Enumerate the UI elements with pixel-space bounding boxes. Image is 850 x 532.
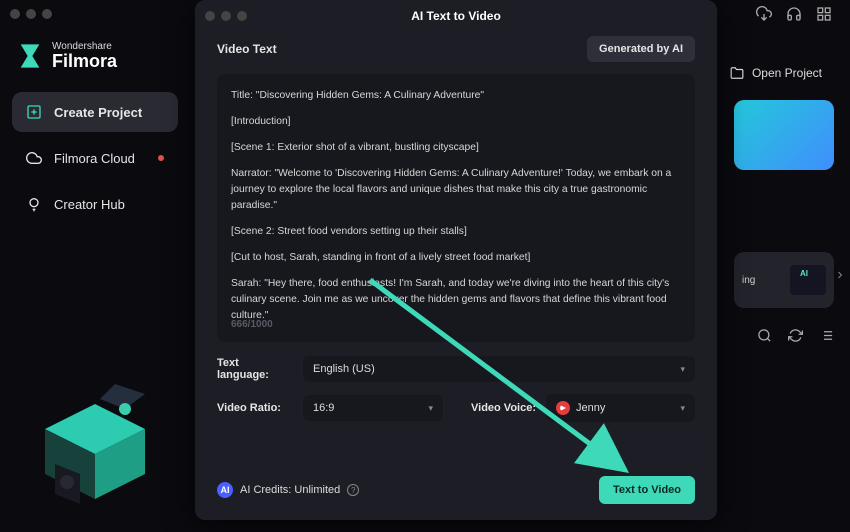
plus-square-icon bbox=[26, 104, 42, 120]
ai-thumbnail-icon bbox=[790, 265, 826, 295]
cloud-icon bbox=[26, 150, 42, 166]
ai-badge-icon: AI bbox=[217, 482, 233, 498]
script-line: Sarah: "Hey there, food enthusiasts! I'm… bbox=[231, 276, 681, 324]
ai-text-to-video-modal: AI Text to Video Video Text Generated by… bbox=[195, 0, 717, 520]
video-text-heading: Video Text bbox=[217, 42, 277, 56]
chevron-down-icon: ▾ bbox=[680, 364, 685, 375]
preview-thumbnail[interactable] bbox=[734, 100, 834, 170]
text-to-video-button[interactable]: Text to Video bbox=[599, 476, 695, 504]
sidebar-item-create-project[interactable]: Create Project bbox=[12, 92, 178, 132]
video-voice-select[interactable]: Jenny ▾ bbox=[546, 394, 695, 422]
info-icon[interactable]: ? bbox=[347, 484, 359, 496]
app-logo: Wondershare Filmora bbox=[16, 42, 174, 70]
titlebar-actions bbox=[756, 6, 850, 22]
text-language-select[interactable]: English (US) ▾ bbox=[303, 356, 695, 382]
character-counter: 666/1000 bbox=[231, 317, 273, 333]
refresh-icon[interactable] bbox=[788, 328, 803, 343]
content-toolbar bbox=[757, 328, 834, 343]
video-voice-label: Video Voice: bbox=[471, 402, 536, 414]
search-icon[interactable] bbox=[757, 328, 772, 343]
credits-label: AI Credits: Unlimited bbox=[240, 484, 340, 496]
sidebar-item-label: Creator Hub bbox=[54, 197, 125, 212]
script-line: [Cut to host, Sarah, standing in front o… bbox=[231, 250, 681, 266]
sidebar-item-creator-hub[interactable]: Creator Hub bbox=[12, 184, 178, 224]
text-language-label: Text language: bbox=[217, 357, 293, 381]
video-ratio-select[interactable]: 16:9 ▾ bbox=[303, 395, 443, 421]
traffic-lights[interactable] bbox=[0, 1, 62, 27]
modal-traffic-lights[interactable] bbox=[195, 3, 257, 29]
script-line: Narrator: "Welcome to 'Discovering Hidde… bbox=[231, 166, 681, 214]
ai-template-card[interactable]: ing bbox=[734, 252, 834, 308]
generated-by-ai-button[interactable]: Generated by AI bbox=[587, 36, 695, 62]
select-value: 16:9 bbox=[313, 402, 334, 414]
ai-card-label: ing bbox=[742, 275, 755, 286]
notification-dot-icon bbox=[158, 155, 164, 161]
cloud-download-icon[interactable] bbox=[756, 6, 772, 22]
open-project-label: Open Project bbox=[752, 66, 822, 80]
select-value: English (US) bbox=[313, 363, 375, 375]
headset-icon[interactable] bbox=[786, 6, 802, 22]
lightbulb-icon bbox=[26, 196, 42, 212]
script-line: Title: "Discovering Hidden Gems: A Culin… bbox=[231, 88, 681, 104]
video-ratio-label: Video Ratio: bbox=[217, 402, 293, 414]
modal-title: AI Text to Video bbox=[411, 9, 501, 23]
chevron-down-icon: ▾ bbox=[680, 403, 685, 414]
grid-icon[interactable] bbox=[816, 6, 832, 22]
carousel-next-button[interactable] bbox=[834, 268, 846, 286]
chevron-right-icon bbox=[834, 269, 846, 281]
filmora-logo-icon bbox=[16, 42, 44, 70]
select-value: Jenny bbox=[576, 402, 605, 414]
sidebar-illustration bbox=[25, 384, 165, 524]
sidebar-item-filmora-cloud[interactable]: Filmora Cloud bbox=[12, 138, 178, 178]
modal-titlebar: AI Text to Video bbox=[195, 0, 717, 32]
brand-name: Filmora bbox=[52, 52, 117, 70]
script-textarea[interactable]: Title: "Discovering Hidden Gems: A Culin… bbox=[217, 74, 695, 342]
voice-avatar-icon bbox=[556, 401, 570, 415]
script-line: [Scene 2: Street food vendors setting up… bbox=[231, 224, 681, 240]
open-project-button[interactable]: Open Project bbox=[718, 58, 834, 88]
folder-icon bbox=[730, 66, 744, 80]
ai-credits-display: AI AI Credits: Unlimited ? bbox=[217, 482, 359, 498]
list-icon[interactable] bbox=[819, 328, 834, 343]
sidebar-item-label: Create Project bbox=[54, 105, 142, 120]
chevron-down-icon: ▾ bbox=[428, 403, 433, 414]
sidebar: Wondershare Filmora Create Project Filmo… bbox=[0, 28, 190, 532]
script-line: [Scene 1: Exterior shot of a vibrant, bu… bbox=[231, 140, 681, 156]
sidebar-item-label: Filmora Cloud bbox=[54, 151, 135, 166]
script-line: [Introduction] bbox=[231, 114, 681, 130]
